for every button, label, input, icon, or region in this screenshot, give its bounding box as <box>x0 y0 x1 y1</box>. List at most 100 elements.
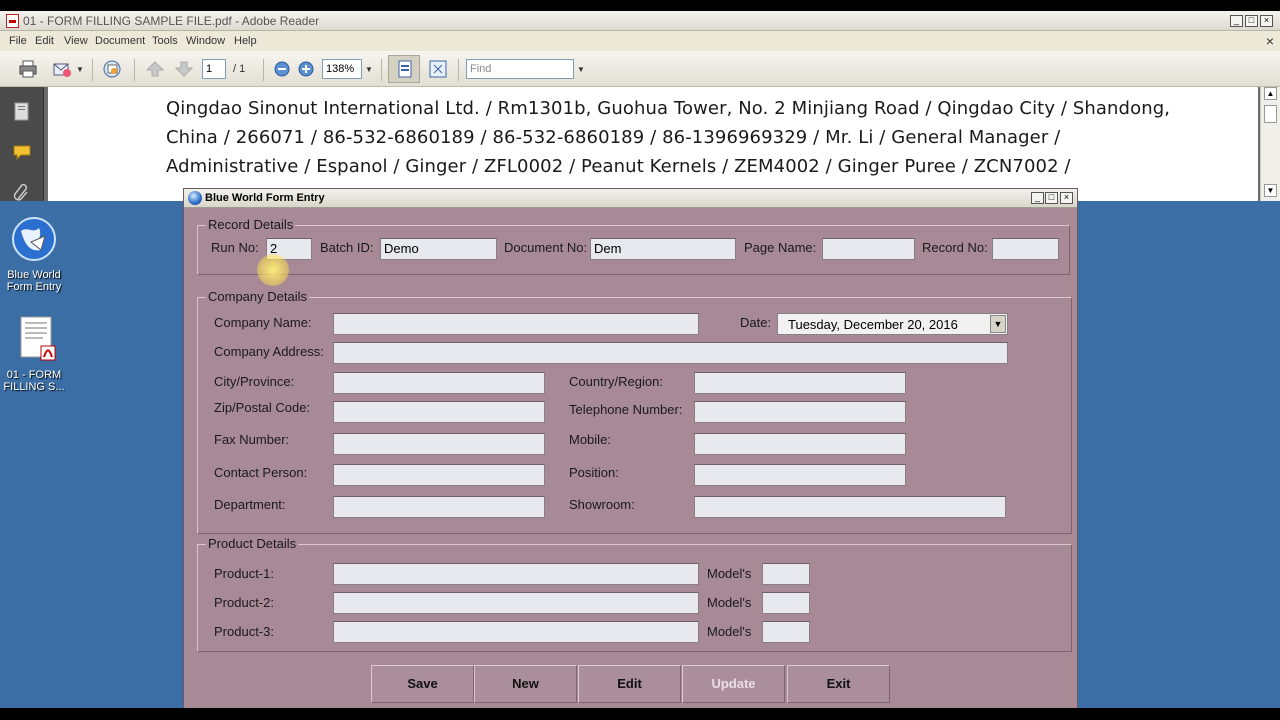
print-icon[interactable] <box>18 60 38 78</box>
page-number-input[interactable]: 1 <box>202 59 226 79</box>
city-province-label: City/Province: <box>214 374 295 389</box>
menu-tools[interactable]: Tools <box>152 35 178 47</box>
model-3-label: Model's <box>707 624 752 639</box>
email-dropdown-chevron-icon[interactable]: ▼ <box>76 65 84 74</box>
reader-window-title: 01 - FORM FILLING SAMPLE FILE.pdf - Adob… <box>23 14 320 28</box>
fax-number-field[interactable] <box>333 433 545 455</box>
save-button[interactable]: Save <box>371 665 474 703</box>
company-details-group: Company Details Company Name: Date: Tues… <box>197 289 1072 534</box>
document-close-icon[interactable]: × <box>1266 33 1274 49</box>
document-no-field[interactable]: Dem <box>590 238 736 260</box>
fit-page-button[interactable] <box>388 55 420 83</box>
product-3-field[interactable] <box>333 621 699 643</box>
fit-page-icon <box>398 60 412 78</box>
model-1-field[interactable] <box>762 563 810 585</box>
telephone-number-field[interactable] <box>694 401 906 423</box>
product-1-field[interactable] <box>333 563 699 585</box>
pages-panel-icon[interactable] <box>12 101 32 123</box>
date-picker[interactable]: Tuesday, December 20, 2016 ▼ <box>777 313 1008 335</box>
group-title: Record Details <box>206 217 296 232</box>
menu-file[interactable]: File <box>9 35 27 47</box>
zip-postal-code-field[interactable] <box>333 401 545 423</box>
form-maximize-button[interactable]: □ <box>1045 192 1058 204</box>
menu-help[interactable]: Help <box>234 35 257 47</box>
menu-view[interactable]: View <box>64 35 88 47</box>
pdf-page: Qingdao Sinonut International Ltd. / Rm1… <box>48 87 1258 201</box>
document-line: Qingdao Sinonut International Ltd. / Rm1… <box>166 98 1171 119</box>
form-app-globe-icon <box>188 191 202 205</box>
batch-id-field[interactable]: Demo <box>380 238 497 260</box>
toolbar-separator <box>134 59 135 81</box>
desktop-icon-pdf-file[interactable]: 01 - FORM FILLING S... <box>0 316 68 393</box>
new-button[interactable]: New <box>474 665 577 703</box>
toolbar-separator <box>263 59 264 81</box>
collaborate-icon[interactable] <box>102 60 122 78</box>
scroll-up-arrow-icon[interactable]: ▲ <box>1264 87 1277 100</box>
page-name-field[interactable] <box>822 238 915 260</box>
form-close-button[interactable]: × <box>1060 192 1073 204</box>
scroll-down-arrow-icon[interactable]: ▼ <box>1264 184 1277 197</box>
find-input[interactable]: Find <box>466 59 574 79</box>
pdf-app-icon <box>6 14 19 28</box>
toolbar-separator <box>381 59 382 81</box>
toolbar-separator <box>458 59 459 81</box>
mobile-field[interactable] <box>694 433 906 455</box>
edit-button[interactable]: Edit <box>578 665 681 703</box>
reader-toolbar: ▼ 1 / 1 138% ▼ Find ▼ <box>0 51 1280 87</box>
model-3-field[interactable] <box>762 621 810 643</box>
previous-page-icon[interactable] <box>145 60 165 78</box>
showroom-field[interactable] <box>694 496 1006 518</box>
city-province-field[interactable] <box>333 372 545 394</box>
comments-panel-icon[interactable] <box>12 143 34 163</box>
desktop-icon-blue-world-form-entry[interactable]: Blue World Form Entry <box>0 216 68 293</box>
toolbar-separator <box>92 59 93 81</box>
zoom-out-icon[interactable] <box>272 60 292 78</box>
reader-close-button[interactable]: × <box>1260 15 1273 27</box>
date-weekday: Tuesday <box>788 317 837 332</box>
position-field[interactable] <box>694 464 906 486</box>
country-region-label: Country/Region: <box>569 374 663 389</box>
model-2-field[interactable] <box>762 592 810 614</box>
update-button[interactable]: Update <box>682 665 785 703</box>
product-details-group: Product Details Product-1: Model's Produ… <box>197 536 1072 652</box>
exit-button[interactable]: Exit <box>787 665 890 703</box>
record-details-group: Record Details Run No: 2 Batch ID: Demo … <box>197 217 1070 275</box>
form-minimize-button[interactable]: _ <box>1031 192 1044 204</box>
contact-person-field[interactable] <box>333 464 545 486</box>
reader-title-bar: 01 - FORM FILLING SAMPLE FILE.pdf - Adob… <box>0 11 1280 31</box>
fax-number-label: Fax Number: <box>214 432 290 447</box>
form-window-title: Blue World Form Entry <box>205 192 325 204</box>
email-icon[interactable] <box>52 60 72 78</box>
product-3-label: Product-3: <box>214 624 274 639</box>
document-line: Administrative / Espanol / Ginger / ZFL0… <box>166 156 1071 177</box>
product-1-label: Product-1: <box>214 566 274 581</box>
reader-minimize-button[interactable]: _ <box>1230 15 1243 27</box>
mouse-cursor-highlight <box>257 254 289 286</box>
showroom-label: Showroom: <box>569 497 635 512</box>
product-2-field[interactable] <box>333 592 699 614</box>
company-name-field[interactable] <box>333 313 699 335</box>
record-no-field[interactable] <box>992 238 1059 260</box>
zoom-in-icon[interactable] <box>296 60 316 78</box>
telephone-number-label: Telephone Number: <box>569 402 683 417</box>
document-vertical-scrollbar[interactable]: ▲ ▼ <box>1260 87 1280 201</box>
zoom-dropdown-chevron-icon[interactable]: ▼ <box>365 65 373 74</box>
menu-edit[interactable]: Edit <box>35 35 54 47</box>
menu-window[interactable]: Window <box>186 35 225 47</box>
next-page-icon[interactable] <box>174 60 194 78</box>
date-label: Date: <box>740 315 772 330</box>
zoom-level-input[interactable]: 138% <box>322 59 362 79</box>
country-region-field[interactable] <box>694 372 906 394</box>
company-address-field[interactable] <box>333 342 1008 364</box>
scroll-thumb[interactable] <box>1264 105 1277 123</box>
company-name-label: Company Name: <box>214 315 312 330</box>
attachments-panel-icon[interactable] <box>12 183 32 203</box>
run-no-label: Run No: <box>211 240 259 255</box>
find-dropdown-chevron-icon[interactable]: ▼ <box>577 65 585 74</box>
menu-document[interactable]: Document <box>95 35 145 47</box>
contact-person-label: Contact Person: <box>214 465 308 480</box>
date-dropdown-icon[interactable]: ▼ <box>990 315 1006 333</box>
department-field[interactable] <box>333 496 545 518</box>
reader-maximize-button[interactable]: □ <box>1245 15 1258 27</box>
full-screen-icon[interactable] <box>428 60 448 78</box>
